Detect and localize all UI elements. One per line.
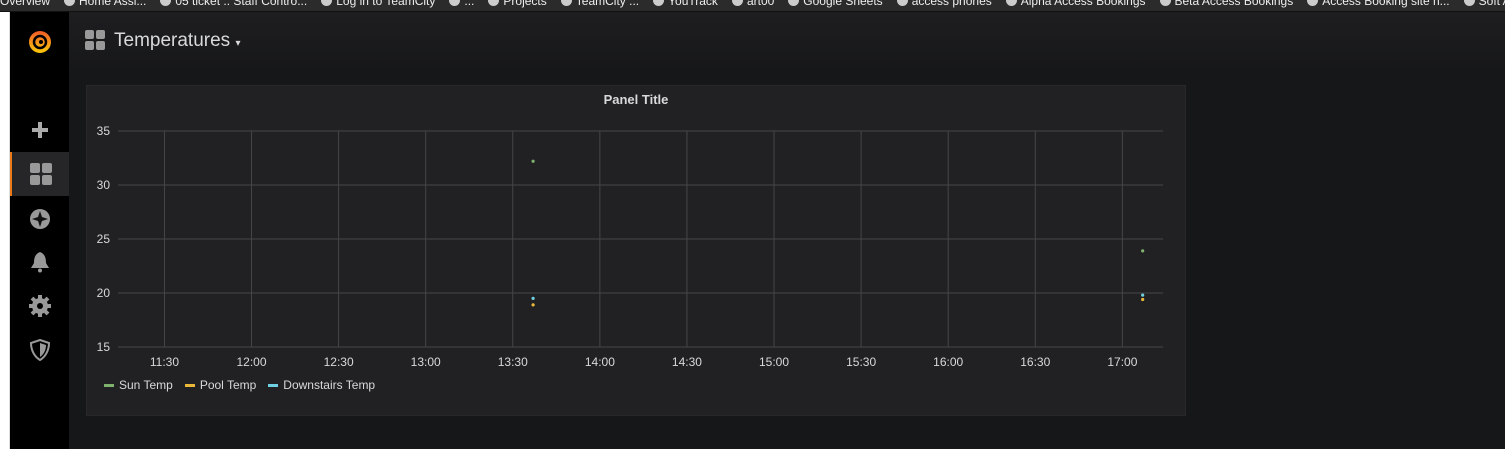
- bookmark-label: TeamCity ...: [575, 0, 640, 8]
- globe-icon: [160, 0, 172, 6]
- globe-icon: [1463, 0, 1475, 6]
- bookmark-label: 05 ticket :: Staff Contro...: [175, 0, 308, 8]
- graph-panel: Panel Title 15 20 25 30 35 11:30 12:00 12:30 13:…: [86, 85, 1186, 416]
- bookmark-label: art00: [746, 0, 775, 8]
- x-tick-label: 12:00: [237, 355, 267, 369]
- data-point: [531, 296, 535, 300]
- data-point: [1141, 249, 1145, 253]
- bookmark-label: Google Sheets: [803, 0, 883, 8]
- globe-icon: [1005, 0, 1017, 6]
- globe-icon: [488, 0, 500, 6]
- bookmark-label: Home Assi...: [79, 0, 147, 8]
- bookmark-label: Beta Access Bookings: [1174, 0, 1294, 8]
- x-tick-label: 15:30: [846, 355, 876, 369]
- bookmark[interactable]: access phones: [896, 0, 992, 8]
- bookmark[interactable]: 05 ticket :: Staff Contro...: [160, 0, 307, 7]
- globe-icon: [731, 0, 743, 6]
- legend-item[interactable]: Pool Temp: [184, 378, 257, 392]
- x-tick-label: 14:00: [585, 355, 615, 369]
- bookmark[interactable]: art00: [731, 0, 775, 8]
- x-tick-label: 15:00: [759, 355, 789, 369]
- legend-swatch: [184, 383, 195, 387]
- x-tick-label: 14:30: [672, 355, 702, 369]
- y-tick-label: 20: [97, 286, 111, 300]
- globe-icon: [449, 0, 461, 6]
- globe-icon: [653, 0, 665, 6]
- explore-icon[interactable]: [10, 197, 69, 241]
- bookmark-label: access phones: [911, 0, 992, 8]
- y-tick-label: 25: [97, 232, 111, 246]
- bookmark[interactable]: Beta Access Bookings: [1159, 0, 1294, 8]
- bookmark-label: Alpha Access Bookings: [1020, 0, 1146, 8]
- dashboard-title: Temperatures: [114, 30, 231, 51]
- globe-icon: [560, 0, 572, 6]
- data-point: [531, 159, 535, 163]
- x-tick-label: 12:30: [324, 355, 354, 369]
- bookmark[interactable]: Overview: [0, 0, 50, 7]
- bookmarks-bar: Overview Home Assi... 05 ticket :: Staff C…: [0, 0, 1505, 12]
- dashboards-icon[interactable]: [10, 152, 69, 196]
- legend-item[interactable]: Sun Temp: [104, 378, 173, 392]
- data-point: [1141, 293, 1145, 297]
- globe-icon: [64, 0, 76, 6]
- bookmark[interactable]: Alpha Access Bookings: [1005, 0, 1146, 8]
- bookmark[interactable]: Access Booking site n...: [1307, 0, 1450, 8]
- dashboard-header: Temperatures ▾: [69, 12, 1505, 72]
- x-tick-label: 16:30: [1020, 355, 1050, 369]
- y-tick-label: 30: [97, 178, 111, 192]
- bookmark[interactable]: Soft Admi...: [1463, 0, 1505, 8]
- legend-swatch: [104, 383, 114, 387]
- legend-label: Sun Temp: [119, 378, 173, 392]
- chart: 15 20 25 30 35 11:30 12:00 12:30 13:00 13:30 14:00…: [97, 124, 1163, 369]
- bookmark-label: Access Booking site n...: [1322, 0, 1450, 8]
- page-edge: [0, 12, 10, 449]
- legend-label: Downstairs Temp: [283, 378, 376, 392]
- bookmark[interactable]: Log in to TeamCity: [321, 0, 435, 7]
- y-tick-label: 35: [97, 124, 111, 138]
- bookmark-label: YouTrack: [668, 0, 718, 8]
- main-area: Temperatures ▾ Panel Title 15 20 25 30 35 11:…: [69, 12, 1505, 449]
- legend-label: Pool Temp: [199, 378, 257, 392]
- bookmark[interactable]: Google Sheets: [788, 0, 883, 8]
- x-tick-label: 13:30: [498, 355, 528, 369]
- plus-icon[interactable]: [10, 108, 69, 152]
- bookmark[interactable]: ...: [449, 0, 474, 7]
- bookmark[interactable]: YouTrack: [653, 0, 718, 7]
- alerting-icon[interactable]: [10, 240, 69, 284]
- caret-down-icon: ▾: [235, 38, 241, 49]
- globe-icon: [788, 0, 800, 6]
- x-tick-label: 16:00: [933, 355, 963, 369]
- bookmark-label: Soft Admi...: [1478, 0, 1505, 8]
- dashboard-picker[interactable]: Temperatures ▾: [114, 30, 240, 52]
- data-point: [531, 303, 535, 307]
- x-tick-label: 13:00: [411, 355, 441, 369]
- x-tick-label: 11:30: [150, 355, 179, 369]
- x-tick-label: 17:00: [1107, 355, 1137, 369]
- grafana-logo-icon[interactable]: [10, 20, 69, 64]
- globe-icon: [1307, 0, 1319, 6]
- legend: Sun Temp Pool Temp Downstairs Temp: [104, 378, 375, 392]
- bookmark-label: Log in to TeamCity: [336, 0, 436, 8]
- globe-icon: [896, 0, 908, 6]
- globe-icon: [321, 0, 333, 6]
- sidebar: [10, 12, 69, 449]
- globe-icon: [1159, 0, 1171, 6]
- bookmark[interactable]: Projects: [488, 0, 547, 8]
- legend-swatch: [268, 383, 279, 387]
- shield-icon[interactable]: [10, 328, 69, 372]
- bookmark-label: ...: [464, 0, 475, 8]
- legend-item[interactable]: Downstairs Temp: [268, 378, 375, 392]
- y-tick-label: 15: [97, 340, 111, 354]
- bookmark-label: Overview: [0, 0, 51, 8]
- dashboard-grid-icon: [85, 30, 105, 50]
- bookmark[interactable]: Home Assi...: [64, 0, 146, 7]
- bookmark-label: Projects: [503, 0, 547, 8]
- bookmark[interactable]: TeamCity ...: [560, 0, 640, 8]
- configuration-icon[interactable]: [10, 284, 69, 328]
- data-point: [1141, 297, 1145, 302]
